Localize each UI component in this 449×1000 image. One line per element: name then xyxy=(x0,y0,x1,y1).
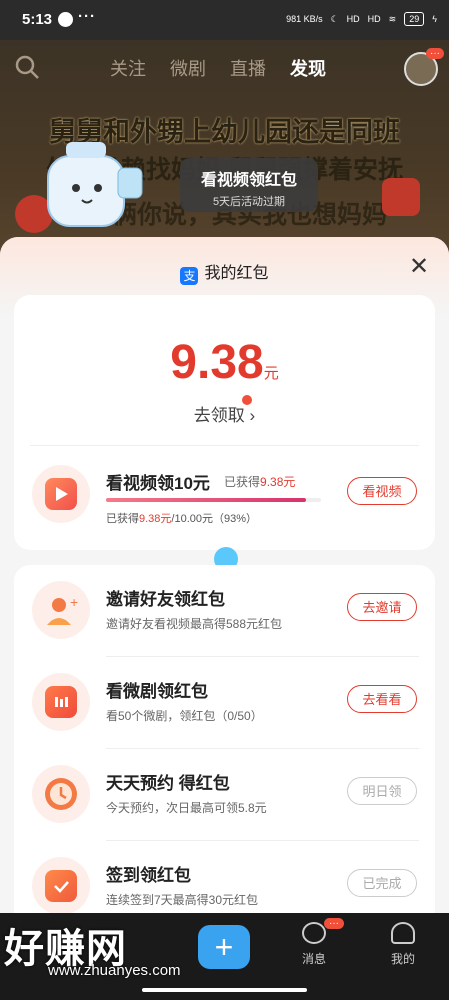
earned-prefix: 已获得 xyxy=(224,475,261,489)
task-title: 天天预约 得红包 xyxy=(106,774,230,793)
top-nav: 关注 微剧 直播 发现 xyxy=(0,52,449,82)
battery-icon: 29 xyxy=(404,12,425,26)
status-time: 5:13 xyxy=(22,11,53,28)
task-subtitle: 邀请好友看视频最高得588元红包 xyxy=(106,617,283,631)
progress-value: 9.38元 xyxy=(139,513,172,525)
amount-value: 9.38 xyxy=(170,336,264,389)
charging-icon: ϟ xyxy=(432,14,437,24)
signal-hd-2: HD xyxy=(367,14,381,24)
tab-live[interactable]: 直播 xyxy=(230,55,266,81)
watch-task-progress-text: 已获得9.38元/10.00元（93%） xyxy=(106,510,257,526)
balance-card: 9.38元 去领取 › 看视频领10元 已获得9.38元 已获得9.38元/10… xyxy=(14,295,435,550)
balance-amount: 9.38元 xyxy=(14,335,435,390)
profile-icon xyxy=(391,922,415,944)
task-list-card: + 邀请好友领红包 邀请好友看视频最高得588元红包 去邀请 看微剧领红包 看5… xyxy=(14,565,435,922)
task-title: 看微剧领红包 xyxy=(106,682,208,701)
wifi-icon: ≋ xyxy=(388,13,397,24)
task-title: 签到领红包 xyxy=(106,866,191,885)
clock-icon xyxy=(32,765,90,823)
panel-title: 支我的红包 xyxy=(0,259,449,285)
progress-prefix: 已获得 xyxy=(106,513,139,525)
divider xyxy=(30,445,419,446)
play-video-icon xyxy=(32,465,90,523)
nav-messages-label: 消息 xyxy=(301,952,326,966)
video-reward-tooltip[interactable]: 看视频领红包 5天后活动过期 xyxy=(180,158,318,212)
avatar[interactable]: ··· xyxy=(404,48,444,86)
svg-text:+: + xyxy=(70,594,78,610)
nav-mine[interactable]: 我的 xyxy=(373,922,433,967)
messages-badge: ··· xyxy=(324,918,344,929)
moon-icon: ☾ xyxy=(330,13,339,24)
watch-task-title: 看视频领10元 xyxy=(106,474,210,493)
earned-value: 9.38元 xyxy=(260,475,296,489)
calendar-check-icon xyxy=(32,857,90,915)
view-drama-button[interactable]: 去看看 xyxy=(347,685,417,713)
watch-task-earned: 已获得9.38元 xyxy=(224,473,295,490)
red-envelope-icon[interactable] xyxy=(382,178,420,216)
task-row-reserve: 天天预约 得红包 今天预约，次日最高可领5.8元 明日领 xyxy=(14,749,435,841)
completed-button[interactable]: 已完成 xyxy=(347,869,417,897)
task-subtitle: 看50个微剧，领红包（0/50） xyxy=(106,709,263,723)
home-indicator[interactable] xyxy=(142,988,307,992)
create-plus-button[interactable]: + xyxy=(198,925,250,969)
tooltip-title: 看视频领红包 xyxy=(200,172,297,189)
status-more-dots: ··· xyxy=(78,8,96,25)
amount-unit: 元 xyxy=(263,365,279,382)
status-bar: 5:13 ··· 981 KB/s ☾ HD HD ≋ 29 ϟ xyxy=(0,0,449,40)
task-row-checkin: 签到领红包 连续签到7天最高得30元红包 已完成 xyxy=(14,841,435,922)
red-packet-panel: 支我的红包 ✕ 9.38元 去领取 › 看视频领10元 已获得9.38元 已获得… xyxy=(0,237,449,922)
tv-icon xyxy=(32,673,90,731)
task-title: 邀请好友领红包 xyxy=(106,590,225,609)
task-subtitle: 今天预约，次日最高可领5.8元 xyxy=(106,801,267,815)
task-row-drama: 看微剧领红包 看50个微剧，领红包（0/50） 去看看 xyxy=(14,657,435,749)
progress-suffix: /10.00元（93%） xyxy=(171,513,258,525)
avatar-badge: ··· xyxy=(426,48,444,59)
app-status-icon xyxy=(58,12,73,27)
task-subtitle: 连续签到7天最高得30元红包 xyxy=(106,893,259,907)
watch-progress-bar xyxy=(106,498,321,502)
message-icon xyxy=(302,922,326,944)
progress-fill xyxy=(106,498,306,502)
claim-tomorrow-button[interactable]: 明日领 xyxy=(347,777,417,805)
status-right-group: 981 KB/s ☾ HD HD ≋ 29 ϟ xyxy=(286,12,437,26)
site-watermark-url: www.zhuanyes.com xyxy=(48,962,181,979)
signal-hd-1: HD xyxy=(346,14,360,24)
mascot-icon xyxy=(47,142,143,227)
tab-discover[interactable]: 发现 xyxy=(290,55,326,81)
close-button[interactable]: ✕ xyxy=(405,253,433,281)
watch-video-button[interactable]: 看视频 xyxy=(347,477,417,505)
claim-notify-dot xyxy=(242,395,252,405)
claim-link[interactable]: 去领取 › xyxy=(14,401,435,426)
alipay-icon: 支 xyxy=(180,267,199,285)
panel-title-text: 我的红包 xyxy=(204,265,269,282)
task-row-invite: + 邀请好友领红包 邀请好友看视频最高得588元红包 去邀请 xyxy=(14,565,435,657)
invite-button[interactable]: 去邀请 xyxy=(347,593,417,621)
tab-follow[interactable]: 关注 xyxy=(110,55,146,81)
net-speed: 981 KB/s xyxy=(286,14,323,24)
search-icon[interactable] xyxy=(14,54,40,80)
invite-friend-icon: + xyxy=(32,581,90,639)
nav-mine-label: 我的 xyxy=(390,952,415,966)
tab-micro-drama[interactable]: 微剧 xyxy=(170,55,206,81)
tooltip-subtitle: 5天后活动过期 xyxy=(212,196,286,208)
